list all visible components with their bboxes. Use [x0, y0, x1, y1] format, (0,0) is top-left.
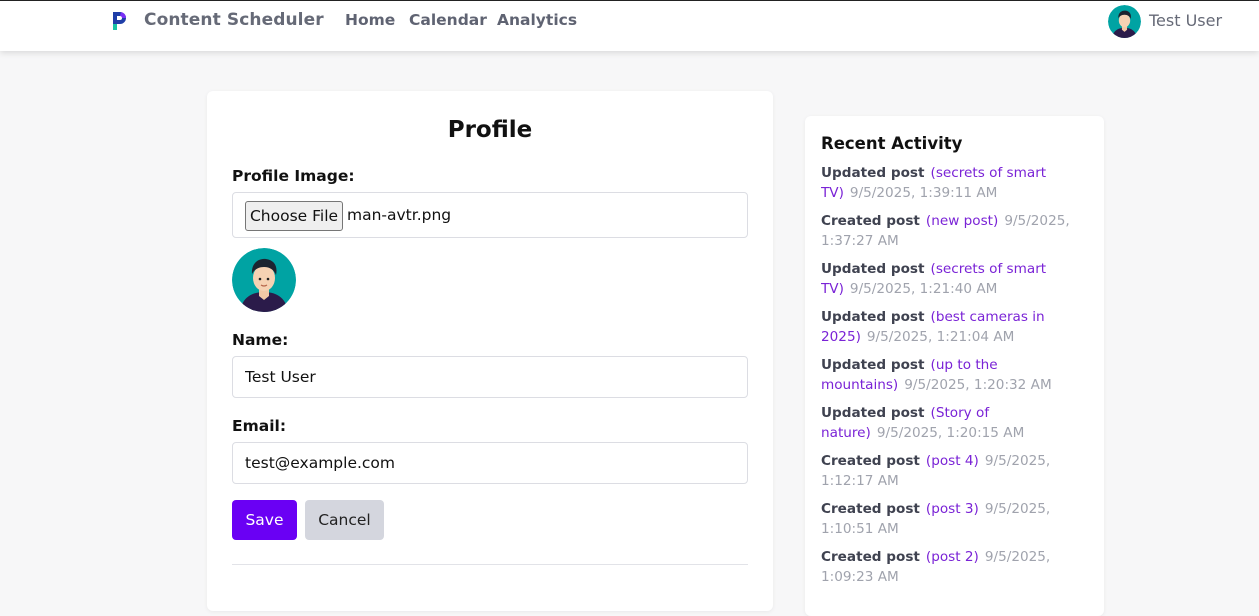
activity-action: Created post [821, 501, 920, 517]
activity-item: Created post (new post) 9/5/2025, 1:37:27 … [821, 211, 1085, 251]
activity-item: Updated post (best cameras in 2025) 9/5/20… [821, 307, 1085, 347]
profile-image-label: Profile Image: [232, 167, 355, 185]
recent-activity-title: Recent Activity [821, 134, 963, 153]
brand-logo-icon[interactable] [111, 10, 127, 32]
page-title: Profile [447, 117, 533, 143]
activity-item: Updated post (up to the mountains) 9/5/202… [821, 355, 1085, 395]
activity-list: Updated post (secrets of smart TV) 9/5/202… [821, 163, 1085, 595]
cancel-button[interactable]: Cancel [305, 500, 384, 540]
activity-item: Updated post (Story of nature) 9/5/2025, 1… [821, 403, 1085, 443]
activity-item: Created post (post 4) 9/5/2025, 1:12:17 AM [821, 451, 1085, 491]
user-avatar[interactable] [1108, 5, 1141, 38]
profile-avatar-preview [232, 248, 296, 312]
nav-calendar[interactable]: Calendar [409, 11, 487, 29]
activity-action: Updated post [821, 261, 925, 277]
activity-action: Created post [821, 453, 920, 469]
activity-timestamp: 9/5/2025, 1:21:04 AM [866, 329, 1015, 345]
activity-timestamp: 9/5/2025, 1:20:32 AM [904, 377, 1052, 393]
activity-action: Created post [821, 213, 920, 229]
section-divider [232, 564, 748, 565]
activity-timestamp: 9/5/2025, 1:39:11 AM [849, 185, 998, 201]
activity-item: Created post (post 3) 9/5/2025, 1:10:51 AM [821, 499, 1085, 539]
activity-action: Updated post [821, 405, 925, 421]
top-navbar: Content Scheduler Home Calendar Analytic… [0, 0, 1259, 51]
activity-action: Updated post [821, 309, 925, 325]
nav-home[interactable]: Home [345, 11, 395, 29]
brand-name[interactable]: Content Scheduler [144, 10, 324, 30]
activity-post-link[interactable]: (post 3) [926, 501, 979, 517]
save-button[interactable]: Save [232, 500, 297, 540]
user-name[interactable]: Test User [1149, 11, 1222, 30]
avatar-icon [1108, 5, 1141, 38]
activity-action: Created post [821, 549, 920, 565]
email-field[interactable] [232, 442, 748, 484]
activity-timestamp: 9/5/2025, 1:21:40 AM [849, 281, 998, 297]
avatar-icon [232, 248, 296, 312]
profile-image-file-input[interactable]: Choose File man-avtr.png [232, 192, 748, 238]
activity-item: Updated post (secrets of smart TV) 9/5/202… [821, 163, 1085, 203]
selected-file-name: man-avtr.png [347, 206, 452, 224]
activity-post-link[interactable]: (post 4) [926, 453, 979, 469]
name-field[interactable] [232, 356, 748, 398]
activity-action: Updated post [821, 165, 925, 181]
activity-action: Updated post [821, 357, 925, 373]
profile-card: Profile Profile Image: Choose File man-a… [207, 91, 773, 611]
choose-file-button[interactable]: Choose File [245, 201, 343, 231]
nav-analytics[interactable]: Analytics [497, 11, 577, 29]
activity-timestamp: 9/5/2025, 1:20:15 AM [876, 425, 1025, 441]
activity-post-link[interactable]: (new post) [926, 213, 998, 229]
activity-item: Created post (post 2) 9/5/2025, 1:09:23 AM [821, 547, 1085, 587]
activity-item: Updated post (secrets of smart TV) 9/5/202… [821, 259, 1085, 299]
email-label: Email: [232, 417, 287, 435]
name-label: Name: [232, 331, 289, 349]
activity-post-link[interactable]: (post 2) [926, 549, 979, 565]
recent-activity-panel: Recent Activity Updated post (secrets of … [805, 116, 1104, 616]
